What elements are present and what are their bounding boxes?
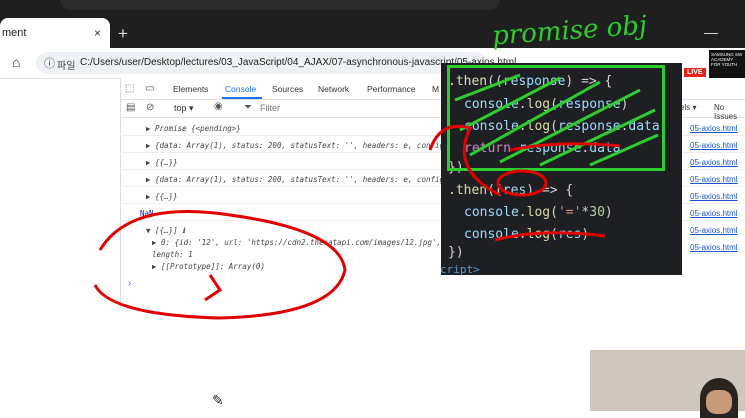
green-hatching (454, 73, 659, 167)
red-marks (93, 124, 621, 320)
webcam-feed (590, 350, 745, 418)
